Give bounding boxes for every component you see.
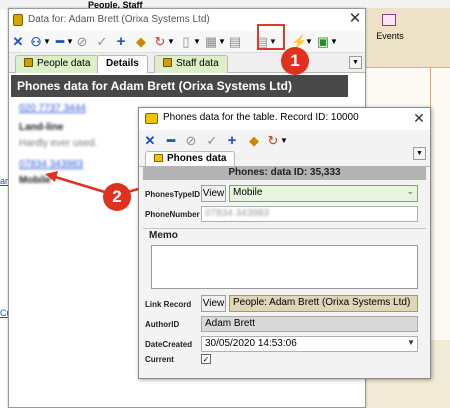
annotation-badge-1: 1 [281, 47, 309, 75]
phones-window-titlebar[interactable]: Phones data for the table. Record ID: 10… [139, 108, 430, 130]
phones-tab-strip: Phones data [139, 150, 430, 167]
eraser-icon[interactable]: ◆ [247, 133, 261, 149]
phone-number-value: 07834 343983 [205, 208, 269, 219]
phone-icon [154, 154, 163, 162]
phones-type-value: Mobile [233, 187, 263, 198]
link-record-field[interactable]: People: Adam Brett (Orixa Systems Ltd) [229, 295, 418, 312]
date-created-value: 30/05/2020 14:53:06 [205, 338, 297, 349]
tab-menu-button[interactable]: ▼ [413, 147, 426, 160]
close-button[interactable]: ✕ [411, 110, 427, 126]
chevron-down-icon[interactable]: ▼ [407, 338, 415, 347]
date-created-label: DateCreated [145, 340, 193, 349]
section-divider [143, 228, 426, 229]
author-id-field: Adam Brett [201, 316, 418, 332]
phone-number-field[interactable]: 07834 343983 [201, 206, 418, 222]
phones-window: Phones data for the table. Record ID: 10… [138, 107, 431, 379]
chevron-down-icon: ⌄ [406, 186, 414, 196]
tab-label: Phones data [167, 153, 227, 164]
phone-icon [145, 113, 158, 124]
chevron-down-icon[interactable]: ▼ [280, 133, 288, 149]
view-button[interactable]: View [201, 295, 226, 312]
refresh-icon[interactable]: ↻ [266, 133, 280, 149]
current-checkbox[interactable]: ✓ [201, 354, 211, 364]
phone-number-label: PhoneNumber [145, 210, 200, 219]
phones-toolbar: ✕ ━ ⊘ ✓ + ◆ ↻ ▼ [139, 130, 430, 150]
author-id-label: AuthorID [145, 320, 180, 329]
close-record-icon[interactable]: ✕ [144, 133, 156, 149]
current-label: Current [145, 355, 174, 364]
phones-window-title: Phones data for the table. Record ID: 10… [163, 112, 359, 123]
link-record-label: Link Record [145, 300, 192, 309]
post-icon[interactable]: ✓ [205, 133, 219, 149]
phones-type-select[interactable]: Mobile ⌄ [229, 185, 418, 202]
phones-type-label: PhonesTypeID [145, 190, 200, 199]
arrow-line [51, 174, 109, 195]
add-icon[interactable]: + [225, 133, 239, 149]
annotation-badge-2: 2 [103, 183, 131, 211]
memo-textarea[interactable] [151, 245, 418, 289]
memo-label: Memo [149, 230, 178, 241]
view-button[interactable]: View [201, 185, 226, 202]
arrow-head [45, 171, 58, 182]
record-header: Phones: data ID: 35,333 [143, 166, 426, 180]
tab-phones-data[interactable]: Phones data [145, 151, 236, 167]
date-created-field[interactable]: 30/05/2020 14:53:06 ▼ [201, 336, 418, 352]
delete-icon[interactable]: ━ [165, 133, 177, 149]
cancel-icon[interactable]: ⊘ [184, 133, 198, 149]
